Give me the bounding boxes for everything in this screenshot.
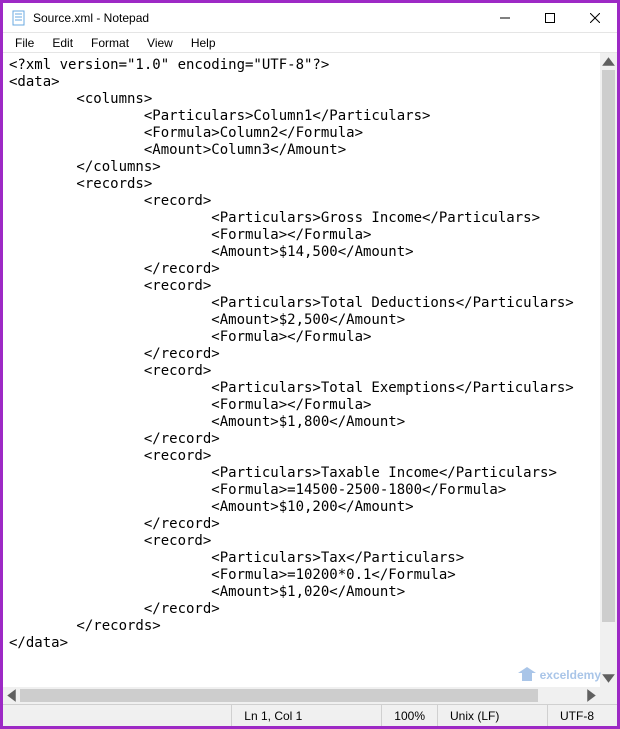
status-position: Ln 1, Col 1 [231, 705, 381, 726]
vertical-scrollbar[interactable] [600, 53, 617, 687]
status-zoom: 100% [381, 705, 437, 726]
minimize-button[interactable] [482, 3, 527, 32]
menu-view[interactable]: View [139, 34, 181, 52]
menu-format[interactable]: Format [83, 34, 137, 52]
close-button[interactable] [572, 3, 617, 32]
title-bar: Source.xml - Notepad [3, 3, 617, 33]
status-eol: Unix (LF) [437, 705, 547, 726]
status-encoding: UTF-8 [547, 705, 617, 726]
menu-help[interactable]: Help [183, 34, 224, 52]
text-editor[interactable]: <?xml version="1.0" encoding="UTF-8"?> <… [3, 53, 600, 687]
status-bar: Ln 1, Col 1 100% Unix (LF) UTF-8 [3, 704, 617, 726]
scrollbar-corner [600, 687, 617, 704]
scroll-right-icon[interactable] [583, 687, 600, 704]
scroll-track-vertical[interactable] [600, 70, 617, 670]
maximize-button[interactable] [527, 3, 572, 32]
menu-edit[interactable]: Edit [44, 34, 81, 52]
scroll-down-icon[interactable] [600, 670, 617, 687]
notepad-icon [11, 10, 27, 26]
horizontal-scrollbar[interactable] [3, 687, 617, 704]
scroll-up-icon[interactable] [600, 53, 617, 70]
window-title: Source.xml - Notepad [33, 11, 482, 25]
scroll-left-icon[interactable] [3, 687, 20, 704]
menu-file[interactable]: File [7, 34, 42, 52]
menu-bar: File Edit Format View Help [3, 33, 617, 53]
scroll-thumb-horizontal[interactable] [20, 689, 538, 702]
scroll-track-horizontal[interactable] [20, 687, 583, 704]
scroll-thumb-vertical[interactable] [602, 70, 615, 622]
